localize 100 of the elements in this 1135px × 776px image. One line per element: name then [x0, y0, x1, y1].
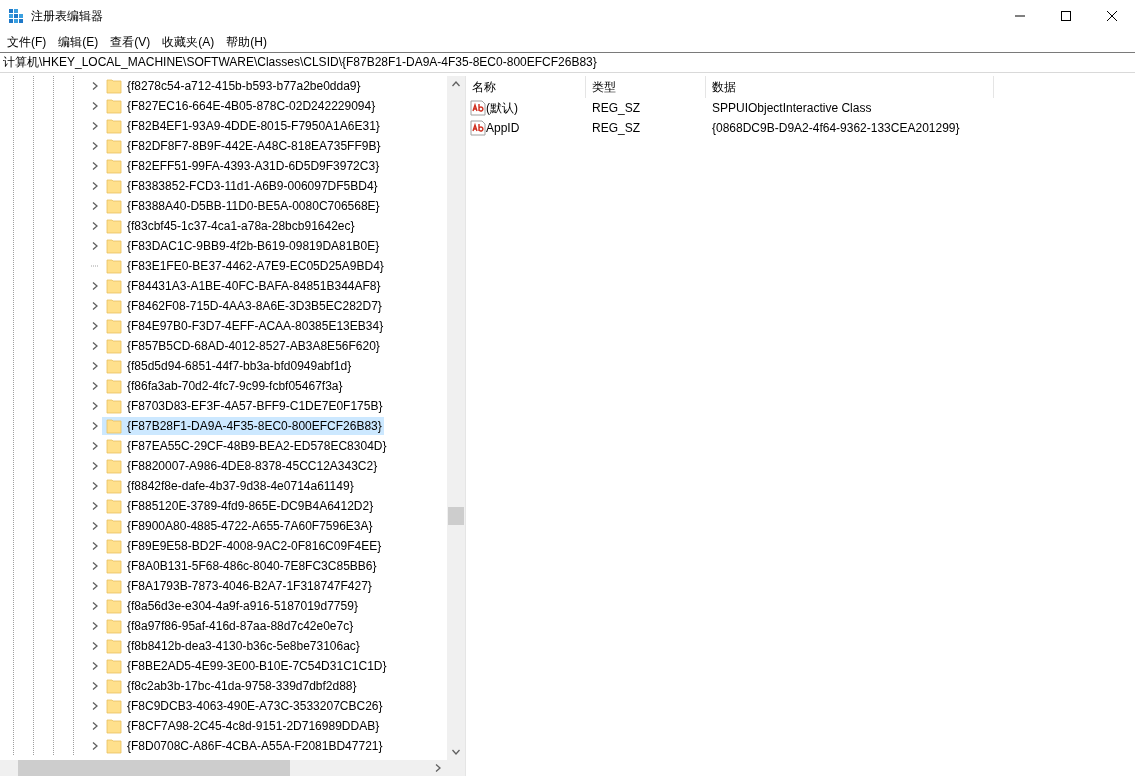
- tree-item[interactable]: {f8c2ab3b-17bc-41da-9758-339d7dbf2d88}: [102, 677, 359, 695]
- tree-item[interactable]: {F8703D83-EF3F-4A57-BFF9-C1DE7E0F175B}: [102, 397, 385, 415]
- menu-item[interactable]: 文件(F): [1, 32, 53, 52]
- menu-item[interactable]: 查看(V): [104, 32, 157, 52]
- value-name: AppID: [486, 121, 520, 135]
- expand-chevron-icon[interactable]: [91, 422, 99, 430]
- tree-item[interactable]: {F8462F08-715D-4AA3-8A6E-3D3B5EC282D7}: [102, 297, 384, 315]
- folder-icon: [106, 158, 122, 174]
- expand-chevron-icon[interactable]: [91, 622, 99, 630]
- menu-item[interactable]: 帮助(H): [220, 32, 273, 52]
- scroll-right-icon[interactable]: [434, 764, 442, 772]
- tree-item[interactable]: {F83E1FE0-BE37-4462-A7E9-EC05D25A9BD4}: [102, 257, 386, 275]
- tree-item[interactable]: {F83DAC1C-9BB9-4f2b-B619-09819DA81B0E}: [102, 237, 382, 255]
- tree-item[interactable]: {F885120E-3789-4fd9-865E-DC9B4A6412D2}: [102, 497, 376, 515]
- expand-chevron-icon[interactable]: [91, 282, 99, 290]
- tree-item[interactable]: {F857B5CD-68AD-4012-8527-AB3A8E56F620}: [102, 337, 382, 355]
- expand-chevron-icon[interactable]: [91, 702, 99, 710]
- expand-chevron-icon[interactable]: [91, 162, 99, 170]
- expand-chevron-icon[interactable]: [91, 562, 99, 570]
- tree-item[interactable]: {F8820007-A986-4DE8-8378-45CC12A343C2}: [102, 457, 380, 475]
- tree-item[interactable]: {f8b8412b-dea3-4130-b36c-5e8be73106ac}: [102, 637, 362, 655]
- tree-item[interactable]: {F84431A3-A1BE-40FC-BAFA-84851B344AF8}: [102, 277, 383, 295]
- column-header[interactable]: 数据: [706, 76, 994, 98]
- close-icon: [1107, 11, 1117, 21]
- tree-item[interactable]: {f86fa3ab-70d2-4fc7-9c99-fcbf05467f3a}: [102, 377, 345, 395]
- folder-icon: [106, 98, 122, 114]
- expand-chevron-icon[interactable]: [91, 142, 99, 150]
- column-header[interactable]: 类型: [586, 76, 706, 98]
- horizontal-scrollbar[interactable]: [0, 760, 447, 776]
- string-value-icon: [470, 100, 486, 116]
- menu-item[interactable]: 收藏夹(A): [156, 32, 221, 52]
- vertical-scrollbar[interactable]: [447, 76, 465, 760]
- expand-chevron-icon[interactable]: [91, 502, 99, 510]
- tree-item[interactable]: {F8900A80-4885-4722-A655-7A60F7596E3A}: [102, 517, 375, 535]
- value-type: REG_SZ: [592, 121, 640, 135]
- folder-icon: [106, 278, 122, 294]
- folder-icon: [106, 298, 122, 314]
- folder-icon: [106, 338, 122, 354]
- expand-chevron-icon[interactable]: [91, 522, 99, 530]
- folder-icon: [106, 678, 122, 694]
- expand-chevron-icon[interactable]: [91, 542, 99, 550]
- tree-item[interactable]: {F84E97B0-F3D7-4EFF-ACAA-80385E13EB34}: [102, 317, 386, 335]
- expand-chevron-icon[interactable]: [91, 582, 99, 590]
- expand-chevron-icon[interactable]: [91, 442, 99, 450]
- expand-chevron-icon[interactable]: [91, 182, 99, 190]
- tree-item[interactable]: {F87EA55C-29CF-48B9-BEA2-ED578EC8304D}: [102, 437, 389, 455]
- folder-icon: [106, 398, 122, 414]
- folder-icon: [106, 478, 122, 494]
- folder-icon: [106, 638, 122, 654]
- scrollbar-thumb[interactable]: [448, 507, 464, 525]
- scroll-down-icon[interactable]: [452, 748, 460, 756]
- expand-chevron-icon[interactable]: [91, 402, 99, 410]
- tree-item[interactable]: {F87B28F1-DA9A-4F35-8EC0-800EFCF26B83}: [102, 417, 384, 435]
- tree-item[interactable]: {F8CF7A98-2C45-4c8d-9151-2D716989DDAB}: [102, 717, 382, 735]
- tree-item[interactable]: {F82EFF51-99FA-4393-A31D-6D5D9F3972C3}: [102, 157, 382, 175]
- expand-chevron-icon[interactable]: [91, 122, 99, 130]
- folder-icon: [106, 218, 122, 234]
- folder-icon: [106, 578, 122, 594]
- expand-chevron-icon[interactable]: [91, 222, 99, 230]
- folder-icon: [106, 198, 122, 214]
- tree-item[interactable]: {F8BE2AD5-4E99-3E00-B10E-7C54D31C1C1D}: [102, 657, 389, 675]
- tree-item[interactable]: {F8C9DCB3-4063-490E-A73C-3533207CBC26}: [102, 697, 385, 715]
- tree-item[interactable]: {F82DF8F7-8B9F-442E-A48C-818EA735FF9B}: [102, 137, 383, 155]
- folder-icon: [106, 538, 122, 554]
- expand-chevron-icon[interactable]: [91, 722, 99, 730]
- expand-chevron-icon[interactable]: [91, 82, 99, 90]
- expand-chevron-icon[interactable]: [91, 642, 99, 650]
- tree-item[interactable]: {F89E9E58-BD2F-4008-9AC2-0F816C09F4EE}: [102, 537, 384, 555]
- tree-item[interactable]: {F8A1793B-7873-4046-B2A7-1F318747F427}: [102, 577, 374, 595]
- expand-chevron-icon[interactable]: [91, 302, 99, 310]
- tree-item[interactable]: {F8388A40-D5BB-11D0-BE5A-0080C706568E}: [102, 197, 382, 215]
- expand-chevron-icon[interactable]: [91, 382, 99, 390]
- expand-chevron-icon[interactable]: [91, 102, 99, 110]
- menu-item[interactable]: 编辑(E): [52, 32, 105, 52]
- expand-chevron-icon[interactable]: [91, 322, 99, 330]
- expand-chevron-icon[interactable]: [91, 602, 99, 610]
- address-bar[interactable]: 计算机\HKEY_LOCAL_MACHINE\SOFTWARE\Classes\CLSID\{F87B28F1-DA9A-4F35-8EC0-800EFCF26B83}: [0, 52, 1135, 73]
- expand-chevron-icon[interactable]: [91, 742, 99, 750]
- tree-item[interactable]: {f85d5d94-6851-44f7-bb3a-bfd0949abf1d}: [102, 357, 354, 375]
- scroll-up-icon[interactable]: [452, 80, 460, 88]
- tree-item[interactable]: {f8a97f86-95af-416d-87aa-88d7c42e0e7c}: [102, 617, 356, 635]
- expand-chevron-icon[interactable]: [91, 242, 99, 250]
- expand-chevron-icon[interactable]: [91, 342, 99, 350]
- expand-chevron-icon[interactable]: [91, 662, 99, 670]
- tree-item[interactable]: {f8278c54-a712-415b-b593-b77a2be0dda9}: [102, 77, 363, 95]
- expand-chevron-icon[interactable]: [91, 482, 99, 490]
- tree-item[interactable]: {f8a56d3e-e304-4a9f-a916-5187019d7759}: [102, 597, 360, 615]
- tree-item[interactable]: {F8383852-FCD3-11d1-A6B9-006097DF5BD4}: [102, 177, 380, 195]
- scrollbar-thumb[interactable]: [18, 760, 290, 776]
- tree-item[interactable]: {F827EC16-664E-4B05-878C-02D242229094}: [102, 97, 378, 115]
- tree-item[interactable]: {F82B4EF1-93A9-4DDE-8015-F7950A1A6E31}: [102, 117, 382, 135]
- expand-chevron-icon[interactable]: [91, 462, 99, 470]
- tree-item[interactable]: {F8A0B131-5F68-486c-8040-7E8FC3C85BB6}: [102, 557, 379, 575]
- column-header[interactable]: 名称: [466, 76, 586, 98]
- expand-chevron-icon[interactable]: [91, 362, 99, 370]
- tree-item[interactable]: {f83cbf45-1c37-4ca1-a78a-28bcb91642ec}: [102, 217, 357, 235]
- expand-chevron-icon[interactable]: [91, 202, 99, 210]
- tree-item[interactable]: {f8842f8e-dafe-4b37-9d38-4e0714a61149}: [102, 477, 356, 495]
- tree-item[interactable]: {F8D0708C-A86F-4CBA-A55A-F2081BD47721}: [102, 737, 385, 755]
- expand-chevron-icon[interactable]: [91, 682, 99, 690]
